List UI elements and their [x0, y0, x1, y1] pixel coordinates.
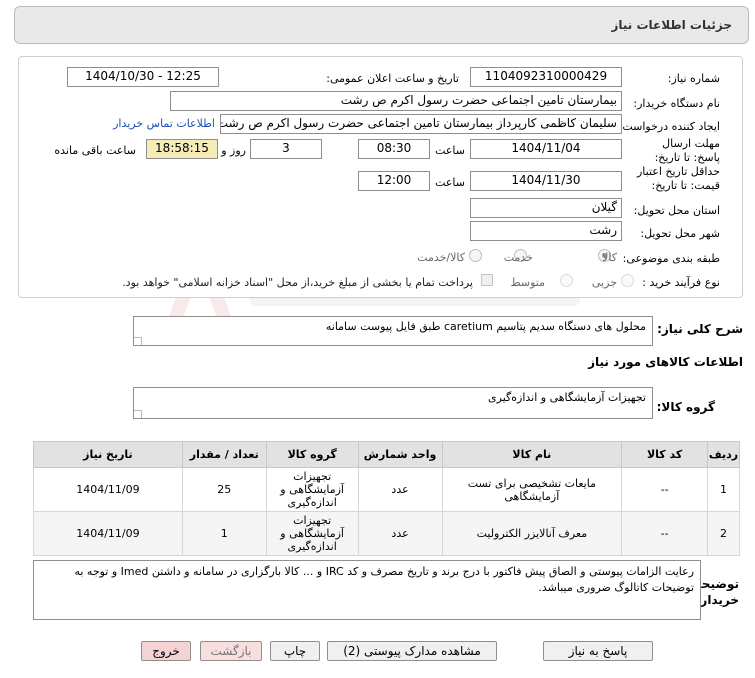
table-header-row: ردیف کد کالا نام کالا واحد شمارش گروه کا…: [33, 441, 740, 468]
buyer-notes-text: رعایت الزامات پیوستی و الصاق پیش فاکتور …: [74, 565, 694, 594]
cell-qty: 25: [181, 467, 267, 512]
process-minor-radio[interactable]: [621, 274, 634, 287]
cell-date: 1404/11/09: [33, 511, 183, 556]
days-remaining-field[interactable]: 3: [250, 139, 322, 159]
table-row[interactable]: 1 -- مایعات تشخیصی برای تست آزمایشگاهی ع…: [33, 467, 740, 512]
validity-date-field[interactable]: 1404/11/30: [470, 171, 622, 191]
province-field[interactable]: گیلان: [470, 198, 622, 218]
page-title: جزئیات اطلاعات نیاز: [611, 18, 732, 32]
category-service-label: خدمت: [503, 251, 533, 264]
treasury-payment-note: پرداخت تمام یا بخشی از مبلغ خرید،از محل …: [122, 276, 473, 289]
cell-group: تجهیزات آزمایشگاهی و اندازه‌گیری: [265, 511, 359, 556]
cell-code: --: [621, 511, 709, 556]
category-goods-label: کالا: [602, 251, 617, 264]
resize-handle[interactable]: [134, 337, 142, 345]
col-unit-header: واحد شمارش: [357, 441, 443, 468]
remaining-time-field: 18:58:15: [146, 139, 218, 159]
reply-button[interactable]: پاسخ به نیاز: [543, 641, 653, 661]
cell-name: معرف آنالایزر الکترولیت: [441, 511, 623, 556]
deadline-label: مهلت ارسال پاسخ: تا تاریخ:: [654, 137, 720, 164]
cell-code: --: [621, 467, 709, 512]
cell-qty: 1: [181, 511, 267, 556]
cell-date: 1404/11/09: [33, 467, 183, 512]
city-label: شهر محل تحویل:: [640, 227, 720, 240]
buyer-label: نام دستگاه خریدار:: [633, 97, 720, 110]
need-number-field[interactable]: 1104092310000429: [470, 67, 622, 87]
deadline-time-label: ساعت: [435, 144, 465, 157]
city-field[interactable]: رشت: [470, 221, 622, 241]
cell-unit: عدد: [357, 511, 443, 556]
resize-handle[interactable]: [134, 410, 142, 418]
deadline-time-field[interactable]: 08:30: [358, 139, 430, 159]
requester-field[interactable]: سلیمان کاظمی کارپرداز بیمارستان تامین اج…: [220, 114, 622, 134]
cell-name: مایعات تشخیصی برای تست آزمایشگاهی: [441, 467, 623, 512]
goods-info-title: اطلاعات کالاهای مورد نیاز: [588, 355, 743, 369]
cell-row: 1: [707, 467, 740, 512]
process-minor-label: جزیی: [591, 276, 617, 289]
category-goods-service-label: کالا/خدمت: [417, 251, 465, 264]
days-label: روز و: [221, 144, 246, 157]
goods-group-label: گروه کالا:: [656, 400, 715, 414]
announce-datetime-label: تاریخ و ساعت اعلان عمومی:: [326, 72, 459, 85]
buyer-notes-textarea[interactable]: رعایت الزامات پیوستی و الصاق پیش فاکتور …: [33, 560, 701, 620]
need-number-label: شماره نیاز:: [667, 72, 720, 85]
cell-unit: عدد: [357, 467, 443, 512]
goods-table: ردیف کد کالا نام کالا واحد شمارش گروه کا…: [33, 441, 740, 556]
back-button[interactable]: بازگشت: [200, 641, 262, 661]
exit-button[interactable]: خروج: [141, 641, 191, 661]
announce-datetime-field[interactable]: 1404/10/30 - 12:25: [67, 67, 219, 87]
deadline-date-field[interactable]: 1404/11/04: [470, 139, 622, 159]
buyer-field[interactable]: بیمارستان تامین اجتماعی حضرت رسول اکرم ص…: [170, 91, 622, 111]
col-qty-header: تعداد / مقدار: [181, 441, 267, 468]
buyer-contact-link[interactable]: اطلاعات تماس خریدار: [113, 117, 215, 130]
process-medium-label: متوسط: [510, 276, 545, 289]
col-row-header: ردیف: [707, 441, 740, 468]
summary-label: شرح کلی نیاز:: [657, 322, 743, 336]
col-name-header: نام کالا: [441, 441, 623, 468]
validity-label: حداقل تاریخ اعتبار قیمت: تا تاریخ:: [636, 165, 720, 192]
validity-time-label: ساعت: [435, 176, 465, 189]
goods-group-text: تجهیزات آزمایشگاهی و اندازه‌گیری: [488, 391, 646, 404]
validity-time-field[interactable]: 12:00: [358, 171, 430, 191]
summary-text: محلول های دستگاه سدیم پتاسیم caretium طب…: [325, 320, 646, 333]
requester-label: ایجاد کننده درخواست:: [618, 120, 720, 133]
province-label: استان محل تحویل:: [633, 204, 720, 217]
treasury-payment-checkbox[interactable]: [481, 274, 493, 286]
col-group-header: گروه کالا: [265, 441, 359, 468]
process-medium-radio[interactable]: [560, 274, 573, 287]
cell-group: تجهیزات آزمایشگاهی و اندازه‌گیری: [265, 467, 359, 512]
category-goods-service-radio[interactable]: [469, 249, 482, 262]
view-attachments-button[interactable]: مشاهده مدارک پیوستی (2): [327, 641, 497, 661]
cell-row: 2: [707, 511, 740, 556]
remaining-time-label: ساعت باقی مانده: [54, 144, 136, 157]
col-date-header: تاریخ نیاز: [33, 441, 183, 468]
page-header: جزئیات اطلاعات نیاز: [14, 6, 749, 44]
col-code-header: کد کالا: [621, 441, 709, 468]
print-button[interactable]: چاپ: [270, 641, 320, 661]
table-row[interactable]: 2 -- معرف آنالایزر الکترولیت عدد تجهیزات…: [33, 511, 740, 556]
process-label: نوع فرآیند خرید :: [642, 276, 720, 289]
summary-textarea[interactable]: محلول های دستگاه سدیم پتاسیم caretium طب…: [133, 316, 653, 346]
goods-group-textarea[interactable]: تجهیزات آزمایشگاهی و اندازه‌گیری: [133, 387, 653, 419]
category-label: طبقه بندی موضوعی:: [622, 252, 720, 265]
